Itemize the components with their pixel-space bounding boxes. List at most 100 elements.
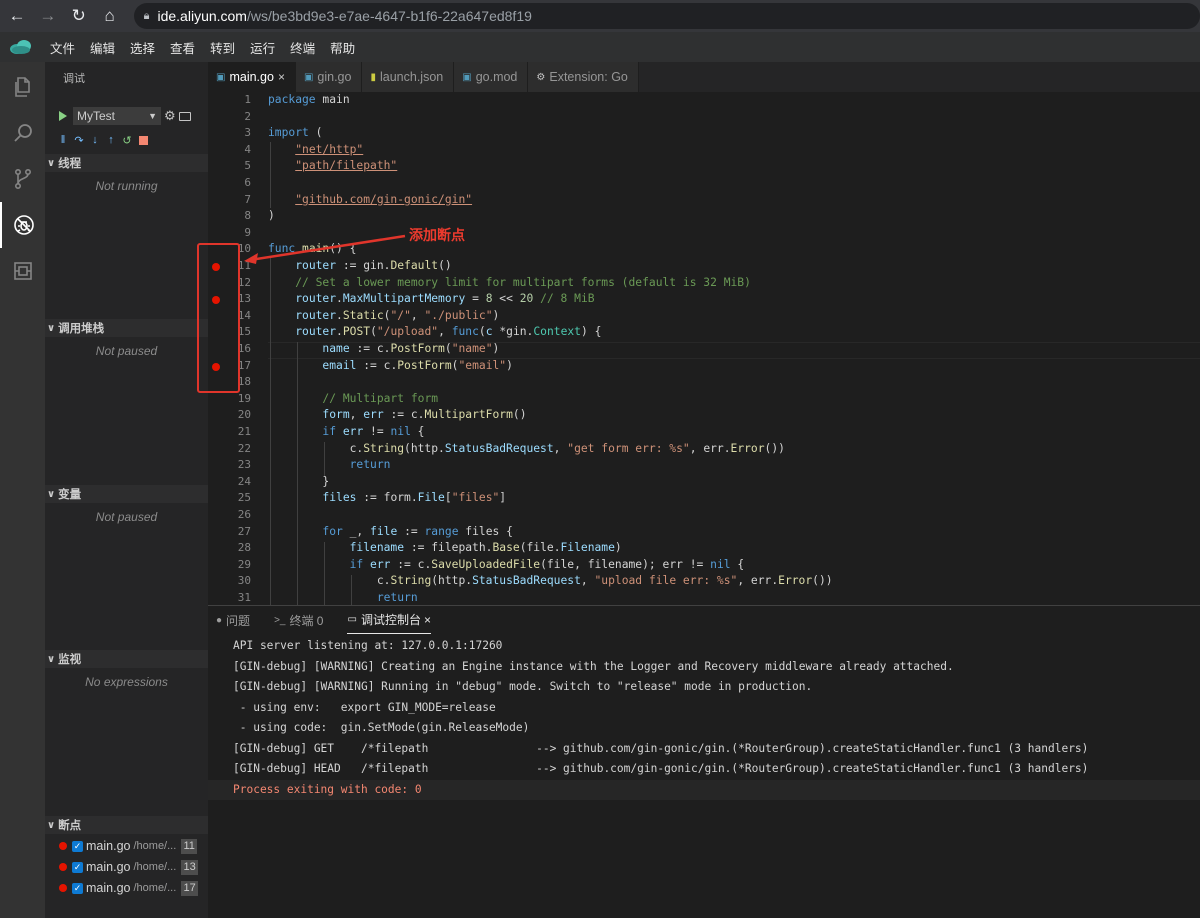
section-watch[interactable]: ∨ 监视 <box>45 650 208 668</box>
tab-launch-json[interactable]: ▮ launch.json <box>362 62 455 92</box>
tab-main-go[interactable]: ▣ main.go × <box>208 62 296 92</box>
breakpoint-checkbox[interactable]: ✓ <box>72 840 83 852</box>
section-variables[interactable]: ∨ 变量 <box>45 485 208 503</box>
extensions-icon[interactable] <box>0 248 45 294</box>
line-number[interactable]: 31 <box>211 591 251 604</box>
debug-icon[interactable] <box>0 202 45 248</box>
close-icon[interactable]: × <box>424 613 431 627</box>
code-line: import ( <box>268 126 323 140</box>
line-number[interactable]: 8 <box>211 209 251 222</box>
tab-go-mod[interactable]: ▣ go.mod <box>454 62 529 92</box>
tab-label: main.go <box>229 70 274 84</box>
line-number[interactable]: 27 <box>211 525 251 538</box>
restart-icon[interactable]: ↺ <box>121 133 133 147</box>
lock-icon: 🔒︎ <box>143 9 150 22</box>
search-icon[interactable] <box>0 110 45 156</box>
code-line: ) <box>268 209 275 223</box>
forward-arrow-icon[interactable]: → <box>34 2 62 30</box>
line-number[interactable]: 22 <box>211 442 251 455</box>
json-file-icon: ▮ <box>370 71 376 83</box>
step-over-icon[interactable]: ↷ <box>73 133 85 147</box>
menu-run[interactable]: 运行 <box>250 38 275 57</box>
debug-console-icon[interactable] <box>178 111 191 121</box>
line-number[interactable]: 4 <box>211 143 251 156</box>
source-control-icon[interactable] <box>0 156 45 202</box>
section-threads[interactable]: ∨ 线程 <box>45 154 208 172</box>
code-line: } <box>268 474 330 488</box>
terminal-icon: >_ <box>274 614 286 626</box>
console-line: Process exiting with code: 0 <box>208 779 1200 800</box>
line-number[interactable]: 2 <box>211 110 251 123</box>
tab-debug-console[interactable]: ▭ 调试控制台 × <box>347 606 431 634</box>
back-arrow-icon[interactable]: ← <box>3 2 31 30</box>
browser-toolbar: ← → ↻ ⌂ 🔒︎ ide.aliyun.com/ws/be3bd9e3-e7… <box>0 0 1200 32</box>
line-number[interactable]: 29 <box>211 558 251 571</box>
tab-label: 调试控制台 <box>360 613 421 627</box>
stop-icon[interactable] <box>137 133 149 147</box>
menu-terminal[interactable]: 终端 <box>290 38 315 57</box>
menu-selection[interactable]: 选择 <box>130 38 155 57</box>
close-icon[interactable]: × <box>278 70 285 84</box>
code-line: return <box>349 458 391 472</box>
address-bar[interactable]: 🔒︎ ide.aliyun.com/ws/be3bd9e3-e7ae-4647-… <box>133 3 1200 29</box>
tab-problems[interactable]: ● 问题 <box>216 606 250 634</box>
home-icon[interactable]: ⌂ <box>96 2 124 30</box>
line-number[interactable]: 1 <box>211 93 251 106</box>
section-breakpoints-label: 断点 <box>58 820 82 832</box>
line-number[interactable]: 30 <box>211 574 251 587</box>
go-file-icon: ▣ <box>216 71 226 83</box>
menu-help[interactable]: 帮助 <box>330 38 355 57</box>
breakpoint-checkbox[interactable]: ✓ <box>72 861 83 873</box>
code-line: // Multipart form <box>322 391 439 405</box>
step-into-icon[interactable]: ↓ <box>89 133 101 147</box>
menu-go[interactable]: 转到 <box>210 38 235 57</box>
gear-icon[interactable]: ⚙ <box>164 108 176 124</box>
watch-note: No expressions <box>85 675 168 689</box>
breakpoint-item[interactable]: ✓ main.go /home/... 17 <box>45 878 208 898</box>
pause-icon[interactable]: ‖ <box>57 133 69 147</box>
line-number[interactable]: 5 <box>211 159 251 172</box>
breakpoint-item[interactable]: ✓ main.go /home/... 13 <box>45 857 208 877</box>
files-icon[interactable] <box>0 64 45 110</box>
breakpoint-path: /home/... <box>133 882 177 894</box>
line-number[interactable]: 25 <box>211 491 251 504</box>
tab-label: go.mod <box>475 70 518 84</box>
line-number[interactable]: 26 <box>211 508 251 521</box>
menu-edit[interactable]: 编辑 <box>90 38 115 57</box>
breakpoint-path: /home/... <box>133 861 177 873</box>
step-out-icon[interactable]: ↑ <box>105 133 117 147</box>
menu-view[interactable]: 查看 <box>170 38 195 57</box>
section-callstack[interactable]: ∨ 调用堆栈 <box>45 319 208 337</box>
breakpoint-file: main.go <box>86 860 131 874</box>
line-number[interactable]: 6 <box>211 176 251 189</box>
tab-label: launch.json <box>379 70 444 84</box>
console-line: [GIN-debug] [WARNING] Creating an Engine… <box>233 659 954 673</box>
line-number[interactable]: 23 <box>211 458 251 471</box>
breakpoint-checkbox[interactable]: ✓ <box>72 882 83 894</box>
line-number[interactable]: 21 <box>211 425 251 438</box>
breakpoint-line: 11 <box>181 838 197 854</box>
tab-terminal[interactable]: >_ 终端 0 <box>274 606 323 634</box>
line-number[interactable]: 19 <box>211 392 251 405</box>
info-icon: ● <box>216 614 223 626</box>
chevron-down-icon: ∨ <box>47 157 56 169</box>
code-editor[interactable]: 1 2 3 4 5 6 7 8 9 10 11 12 13 14 15 16 17 18 19 20 21 22 23 24 2… <box>208 92 1200 605</box>
line-number[interactable]: 7 <box>211 193 251 206</box>
reload-icon[interactable]: ↻ <box>65 2 93 30</box>
menu-file[interactable]: 文件 <box>50 38 75 57</box>
tab-gin-go[interactable]: ▣ gin.go <box>295 62 363 92</box>
tab-extension-go[interactable]: ⚙ Extension: Go <box>528 62 639 92</box>
section-variables-label: 变量 <box>58 489 82 501</box>
line-number[interactable]: 28 <box>211 541 251 554</box>
breakpoint-item[interactable]: ✓ main.go /home/... 11 <box>45 836 208 856</box>
line-number[interactable]: 3 <box>211 126 251 139</box>
url-text: ide.aliyun.com/ws/be3bd9e3-e7ae-4647-b1f… <box>157 8 532 24</box>
console-line: [GIN-debug] HEAD /*filepath --> github.c… <box>233 762 1089 775</box>
line-number[interactable]: 20 <box>211 408 251 421</box>
debug-config-select[interactable]: MyTest ▼ <box>73 107 161 125</box>
cloud-logo-icon <box>10 40 31 54</box>
section-breakpoints[interactable]: ∨ 断点 <box>45 816 208 834</box>
line-number[interactable]: 24 <box>211 475 251 488</box>
console-line: [GIN-debug] GET /*filepath --> github.co… <box>233 741 1089 755</box>
start-debug-icon[interactable] <box>59 111 67 121</box>
